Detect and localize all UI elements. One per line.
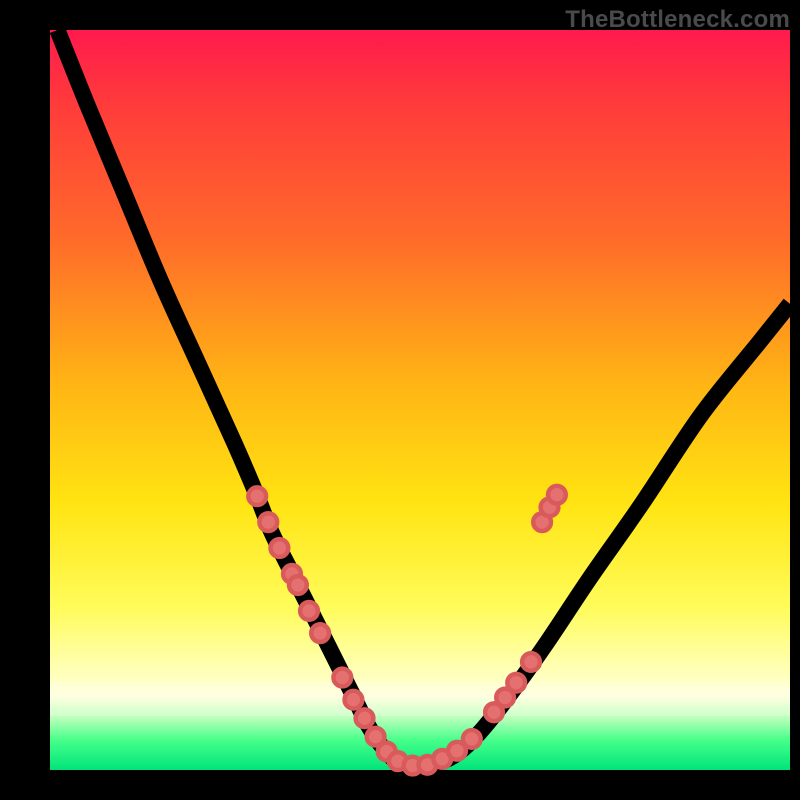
curve-svg — [50, 30, 790, 770]
data-marker — [248, 487, 266, 505]
data-marker — [522, 653, 540, 671]
data-marker — [345, 691, 363, 709]
data-marker — [311, 624, 329, 642]
data-marker — [356, 709, 374, 727]
data-marker — [271, 539, 289, 557]
data-marker — [259, 513, 277, 531]
data-marker — [548, 486, 566, 504]
data-marker — [289, 576, 307, 594]
data-marker — [463, 730, 481, 748]
watermark-label: TheBottleneck.com — [565, 6, 790, 34]
marker-group — [248, 486, 565, 775]
data-marker — [333, 669, 351, 687]
chart-frame: TheBottleneck.com — [0, 0, 800, 800]
bottleneck-curve — [57, 30, 790, 766]
data-marker — [300, 602, 318, 620]
data-marker — [507, 674, 525, 692]
plot-area — [50, 30, 790, 770]
